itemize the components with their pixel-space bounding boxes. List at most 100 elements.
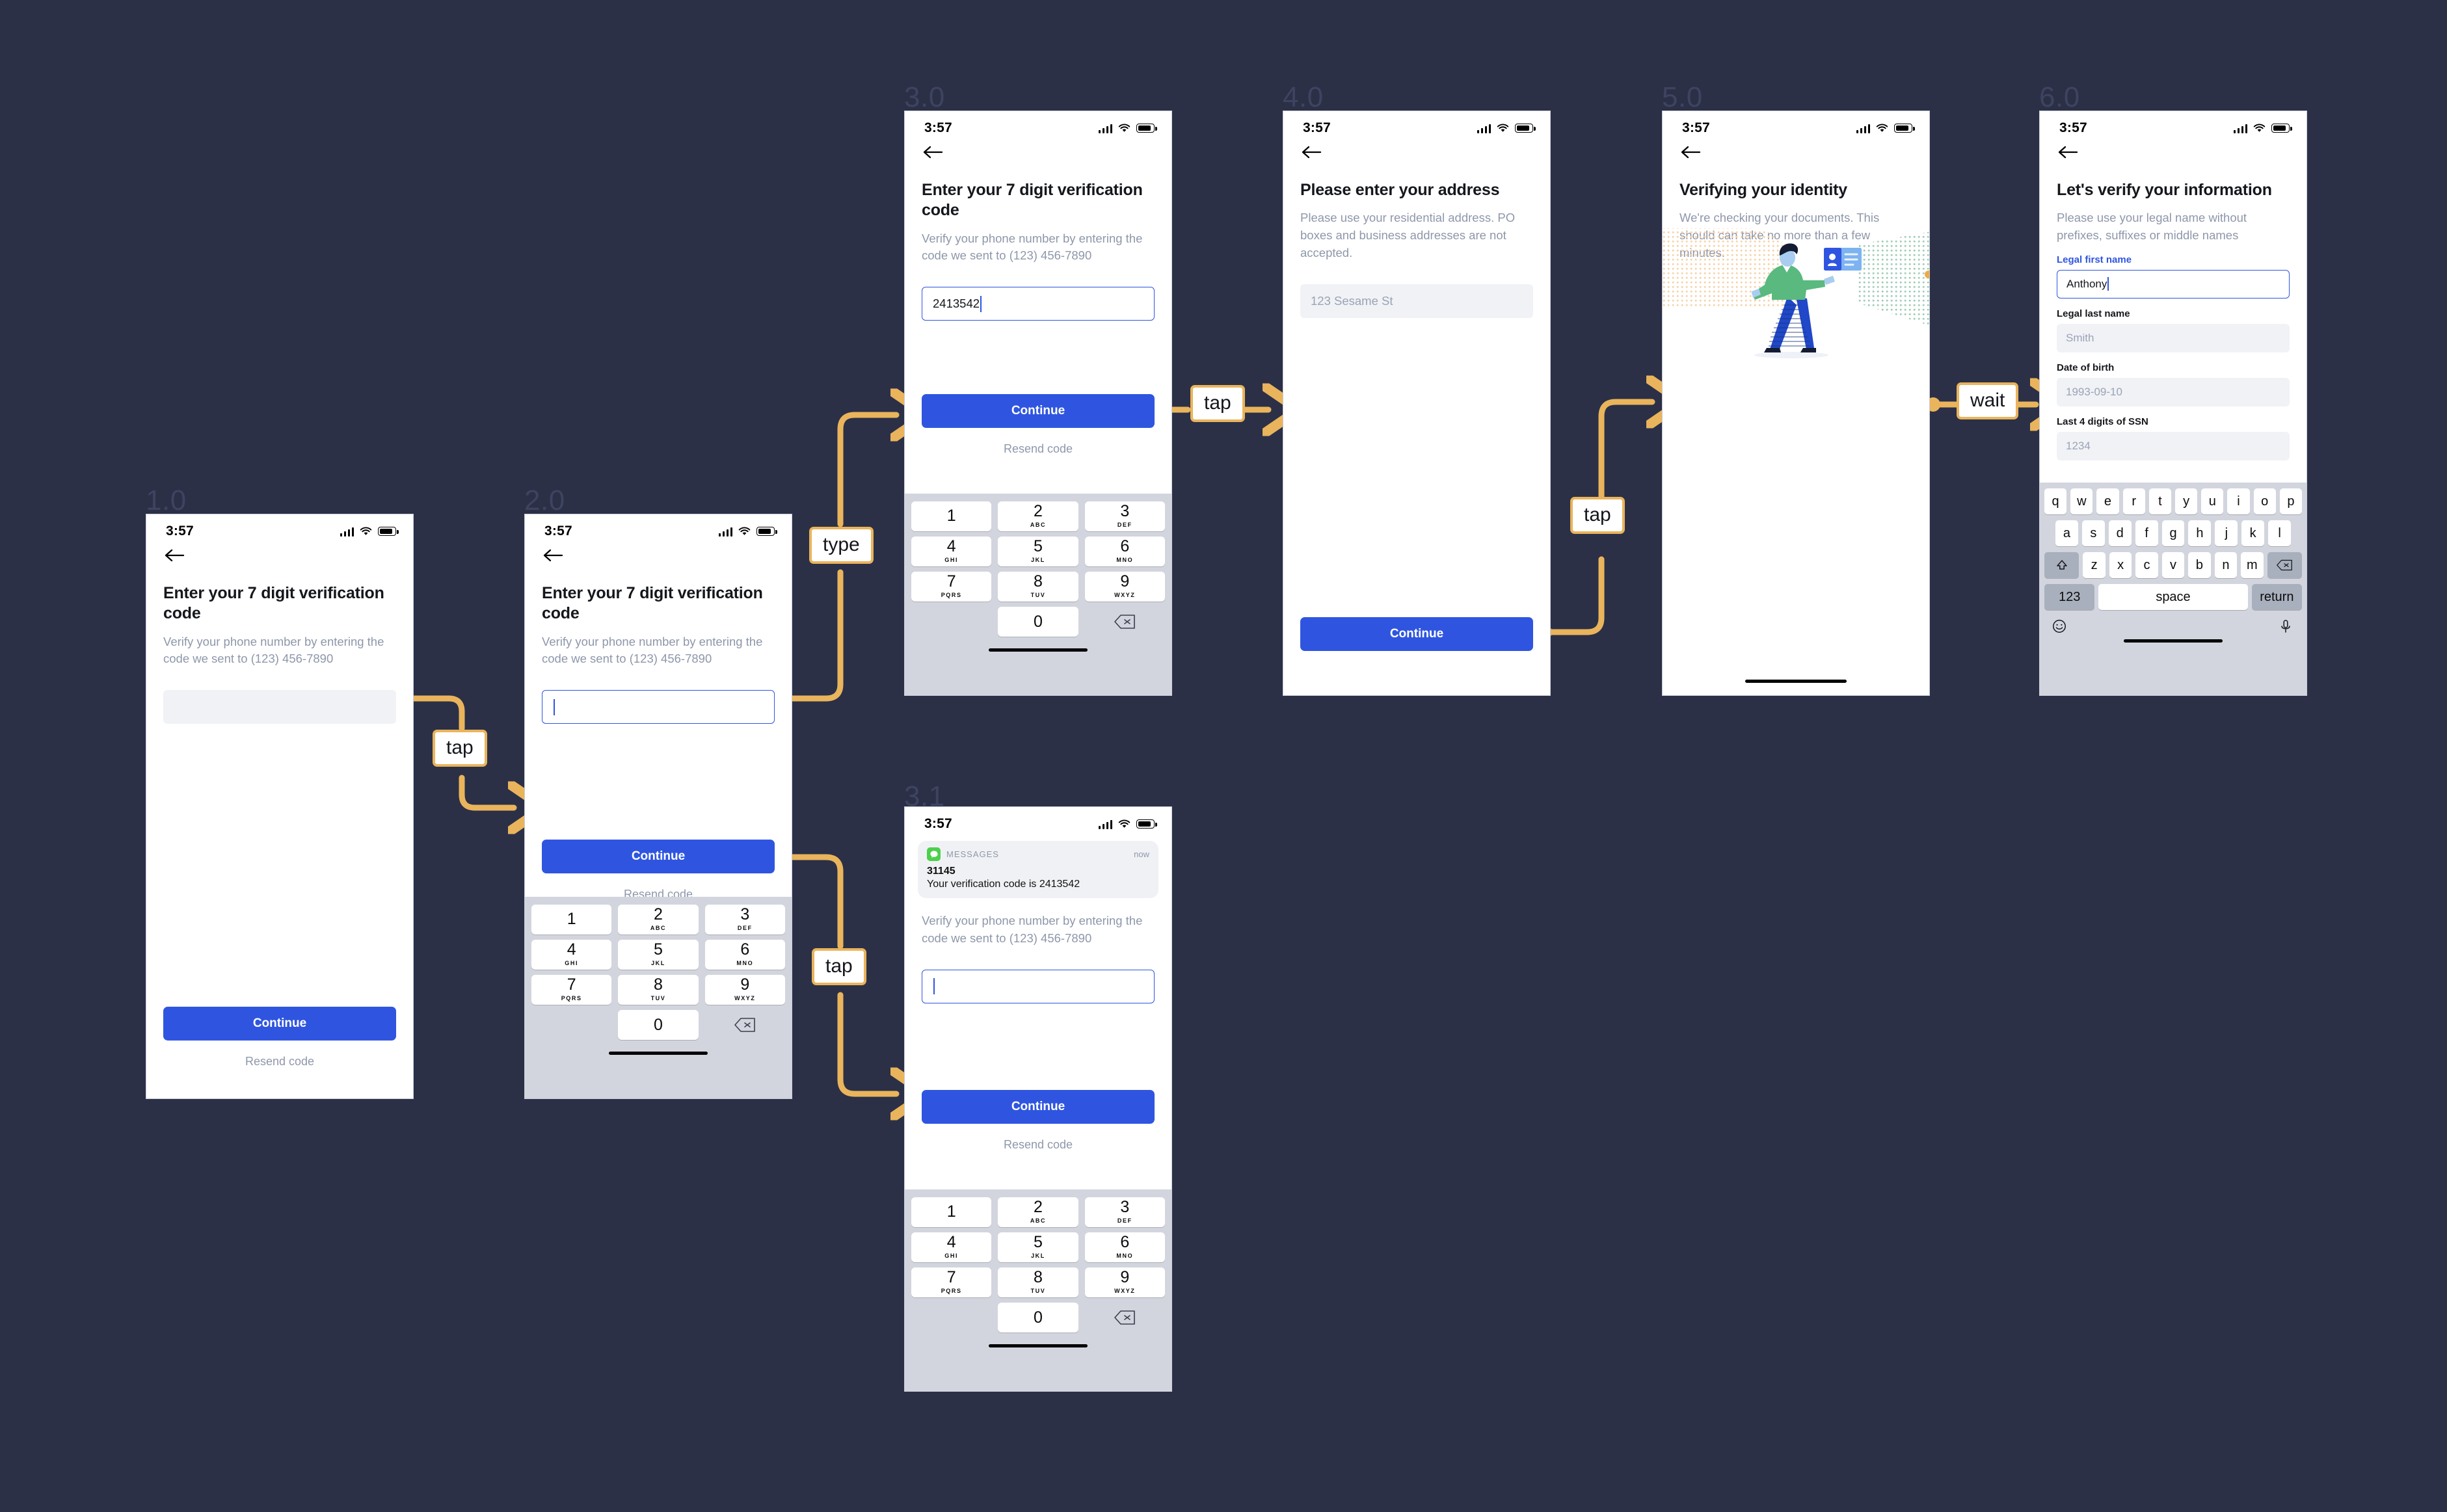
resend-code-link[interactable]: Resend code bbox=[163, 1055, 396, 1068]
space-key[interactable]: space bbox=[2098, 584, 2248, 610]
keypad-key-7[interactable]: 7 PQRS bbox=[531, 975, 612, 1005]
key-w[interactable]: w bbox=[2070, 488, 2093, 514]
key-n[interactable]: n bbox=[2214, 552, 2238, 578]
key-e[interactable]: e bbox=[2096, 488, 2119, 514]
date-of-birth-input[interactable]: 1993-09-10 bbox=[2057, 377, 2290, 406]
keypad-key-5[interactable]: 5 JKL bbox=[998, 1232, 1078, 1262]
continue-button[interactable]: Continue bbox=[542, 840, 775, 873]
key-v[interactable]: v bbox=[2161, 552, 2185, 578]
key-c[interactable]: c bbox=[2135, 552, 2158, 578]
key-i[interactable]: i bbox=[2227, 488, 2250, 514]
legal-last-name-input[interactable]: Smith bbox=[2057, 323, 2290, 352]
key-z[interactable]: z bbox=[2083, 552, 2106, 578]
sms-notification-banner[interactable]: MESSAGES now 31145 Your verification cod… bbox=[918, 841, 1158, 898]
keypad-key-9[interactable]: 9 WXYZ bbox=[1084, 1267, 1165, 1297]
key-b[interactable]: b bbox=[2188, 552, 2211, 578]
back-arrow-icon[interactable] bbox=[2057, 144, 2079, 161]
action-chip-tap-2[interactable]: tap bbox=[812, 948, 866, 985]
back-arrow-icon[interactable] bbox=[1300, 144, 1322, 161]
key-h[interactable]: h bbox=[2188, 520, 2212, 546]
key-o[interactable]: o bbox=[2253, 488, 2276, 514]
action-chip-tap-3[interactable]: tap bbox=[1190, 385, 1245, 422]
keypad-key-2[interactable]: 2 ABC bbox=[998, 501, 1078, 531]
keypad-key-4[interactable]: 4 GHI bbox=[531, 940, 612, 970]
keypad-key-5[interactable]: 5 JKL bbox=[618, 940, 699, 970]
key-u[interactable]: u bbox=[2201, 488, 2224, 514]
keypad-key-6[interactable]: 6 MNO bbox=[1084, 1232, 1165, 1262]
keypad-key-1[interactable]: 1 bbox=[911, 501, 992, 531]
back-arrow-icon[interactable] bbox=[163, 547, 185, 564]
verification-code-input[interactable] bbox=[542, 690, 775, 724]
key-d[interactable]: d bbox=[2108, 520, 2132, 546]
key-l[interactable]: l bbox=[2268, 520, 2292, 546]
keypad-key-0[interactable]: 0 bbox=[618, 1010, 699, 1040]
key-g[interactable]: g bbox=[2161, 520, 2185, 546]
key-m[interactable]: m bbox=[2241, 552, 2264, 578]
keypad-key-3[interactable]: 3 DEF bbox=[1084, 501, 1165, 531]
continue-button[interactable]: Continue bbox=[1300, 617, 1533, 651]
action-chip-type[interactable]: type bbox=[809, 527, 874, 564]
backspace-icon[interactable] bbox=[705, 1010, 785, 1040]
continue-button[interactable]: Continue bbox=[922, 394, 1155, 428]
emoji-icon[interactable] bbox=[2052, 618, 2068, 635]
continue-button[interactable]: Continue bbox=[922, 1090, 1155, 1124]
action-chip-wait[interactable]: wait bbox=[1957, 382, 2019, 419]
resend-code-link[interactable]: Resend code bbox=[922, 1138, 1155, 1152]
back-arrow-icon[interactable] bbox=[542, 547, 564, 564]
backspace-icon[interactable] bbox=[1085, 607, 1165, 637]
keypad-key-4[interactable]: 4 GHI bbox=[911, 1232, 992, 1262]
keypad-key-6[interactable]: 6 MNO bbox=[704, 940, 785, 970]
ssn-last4-input[interactable]: 1234 bbox=[2057, 431, 2290, 460]
keypad-key-8[interactable]: 8 TUV bbox=[998, 572, 1078, 602]
keypad-key-6[interactable]: 6 MNO bbox=[1084, 537, 1165, 566]
microphone-icon[interactable] bbox=[2278, 618, 2295, 635]
back-arrow-icon[interactable] bbox=[922, 144, 944, 161]
back-arrow-icon[interactable] bbox=[1679, 144, 1702, 161]
key-q[interactable]: q bbox=[2044, 488, 2067, 514]
continue-button[interactable]: Continue bbox=[163, 1007, 396, 1041]
key-y[interactable]: y bbox=[2175, 488, 2198, 514]
keypad-key-1[interactable]: 1 bbox=[911, 1197, 992, 1227]
key-r[interactable]: r bbox=[2122, 488, 2145, 514]
shift-icon[interactable] bbox=[2044, 552, 2079, 578]
keypad-key-0[interactable]: 0 bbox=[998, 1303, 1078, 1333]
verification-code-input[interactable] bbox=[922, 969, 1155, 1003]
action-chip-tap-1[interactable]: tap bbox=[433, 730, 487, 767]
numeric-keypad: 1 2 ABC 3 DEF 4 GHI 5 JKL 6 MNO 7 PQRS 8 TUV 9W… bbox=[905, 1189, 1171, 1391]
keypad-key-2[interactable]: 2 ABC bbox=[998, 1197, 1078, 1227]
key-j[interactable]: j bbox=[2215, 520, 2238, 546]
key-k[interactable]: k bbox=[2241, 520, 2265, 546]
key-p[interactable]: p bbox=[2279, 488, 2303, 514]
keypad-key-4[interactable]: 4 GHI bbox=[911, 537, 992, 566]
keypad-key-2[interactable]: 2 ABC bbox=[618, 905, 699, 935]
status-bar: 3:57 bbox=[1663, 111, 1929, 139]
verification-code-input[interactable]: 2413542 bbox=[922, 287, 1155, 321]
backspace-icon[interactable] bbox=[2267, 552, 2302, 578]
legal-first-name-input[interactable]: Anthony bbox=[2057, 269, 2290, 298]
key-number: 7 bbox=[567, 975, 576, 994]
keypad-key-0[interactable]: 0 bbox=[998, 607, 1078, 637]
keypad-key-3[interactable]: 3 DEF bbox=[1084, 1197, 1165, 1227]
keypad-key-8[interactable]: 8 TUV bbox=[618, 975, 699, 1005]
keypad-key-8[interactable]: 8 TUV bbox=[998, 1267, 1078, 1297]
key-t[interactable]: t bbox=[2148, 488, 2171, 514]
address-input[interactable]: 123 Sesame St bbox=[1300, 284, 1533, 318]
keypad-key-9[interactable]: 9 WXYZ bbox=[704, 975, 785, 1005]
keypad-key-9[interactable]: 9 WXYZ bbox=[1084, 572, 1165, 602]
verification-code-input[interactable] bbox=[163, 690, 396, 724]
resend-code-link[interactable]: Resend code bbox=[922, 442, 1155, 456]
key-letters: GHI bbox=[944, 556, 959, 563]
keypad-key-7[interactable]: 7 PQRS bbox=[911, 572, 992, 602]
key-s[interactable]: s bbox=[2081, 520, 2105, 546]
keypad-key-3[interactable]: 3 DEF bbox=[704, 905, 785, 935]
key-x[interactable]: x bbox=[2109, 552, 2132, 578]
action-chip-tap-4[interactable]: tap bbox=[1570, 497, 1625, 534]
numbers-key[interactable]: 123 bbox=[2044, 584, 2095, 610]
keypad-key-1[interactable]: 1 bbox=[531, 905, 612, 935]
key-a[interactable]: a bbox=[2055, 520, 2078, 546]
keypad-key-5[interactable]: 5 JKL bbox=[998, 537, 1078, 566]
keypad-key-7[interactable]: 7 PQRS bbox=[911, 1267, 992, 1297]
key-f[interactable]: f bbox=[2135, 520, 2158, 546]
return-key[interactable]: return bbox=[2251, 584, 2302, 610]
backspace-icon[interactable] bbox=[1085, 1303, 1165, 1333]
